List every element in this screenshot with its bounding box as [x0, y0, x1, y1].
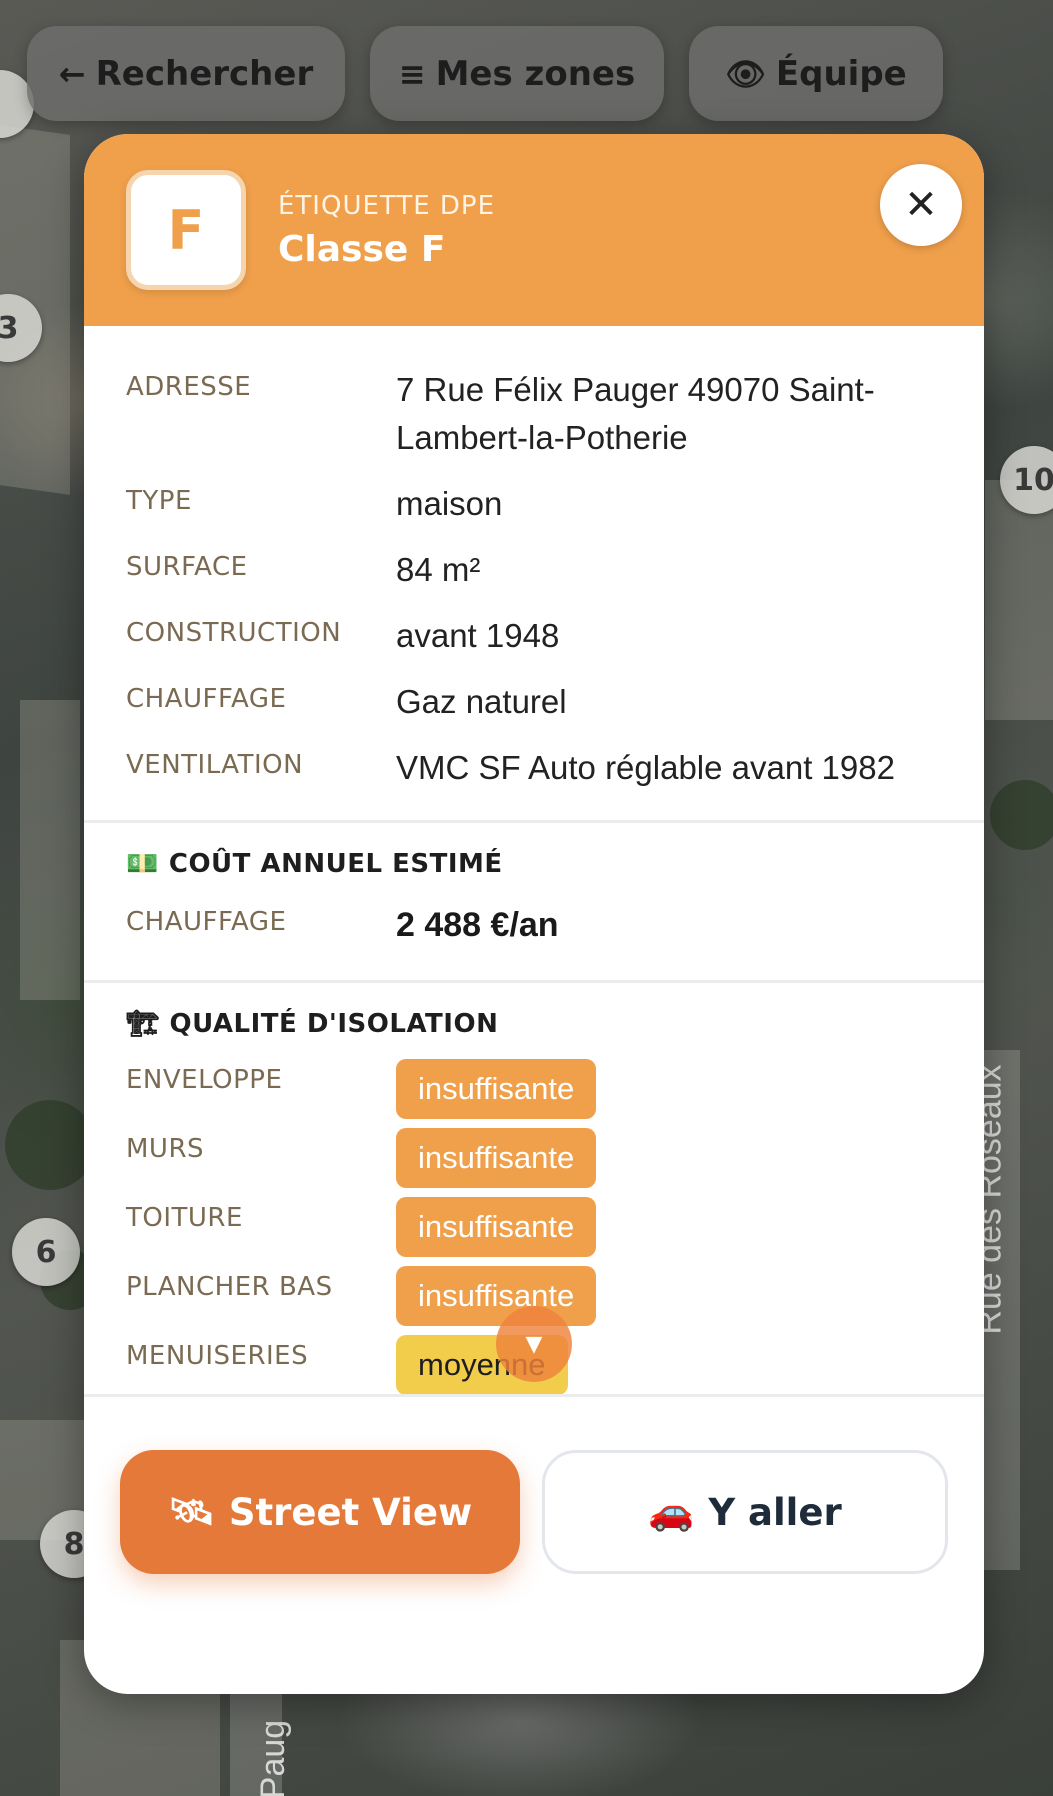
cost-label: CHAUFFAGE: [126, 907, 287, 937]
detail-row: ADRESSE 7 Rue Félix Pauger 49070 Saint-L…: [126, 366, 942, 480]
team-button-label: Équipe: [775, 53, 907, 94]
detail-row: CONSTRUCTION avant 1948: [126, 612, 942, 678]
detail-label: CHAUFFAGE: [126, 684, 287, 714]
directions-button[interactable]: 🚗 Y aller: [542, 1450, 948, 1574]
divider: [84, 1394, 984, 1397]
detail-label: ADRESSE: [126, 372, 252, 402]
crane-icon: 🏗: [126, 1009, 160, 1039]
detail-label: TYPE: [126, 486, 192, 516]
tree: [990, 780, 1053, 850]
detail-label: CONSTRUCTION: [126, 618, 342, 648]
detail-label: VENTILATION: [126, 750, 304, 780]
insulation-label: ENVELOPPE: [126, 1065, 283, 1095]
search-button[interactable]: ← Rechercher: [27, 26, 345, 121]
building: [985, 480, 1053, 720]
detail-row: CHAUFFAGE Gaz naturel: [126, 678, 942, 744]
insulation-label: PLANCHER BAS: [126, 1272, 333, 1302]
scroll-down-button[interactable]: ▼: [496, 1306, 572, 1382]
insulation-label: MURS: [126, 1134, 205, 1164]
tree: [5, 1100, 95, 1190]
banknote-icon: 💵: [126, 849, 159, 879]
detail-value: maison: [396, 485, 503, 522]
dpe-detail-panel: F ÉTIQUETTE DPE Classe F ✕ ADRESSE 7 Rue…: [84, 134, 984, 1694]
chevron-down-icon: ▼: [525, 1331, 543, 1357]
insulation-row: TOITURE insuffisante: [126, 1197, 942, 1266]
detail-row: TYPE maison: [126, 480, 942, 546]
my-zones-button[interactable]: ≡ Mes zones: [370, 26, 664, 121]
search-button-label: Rechercher: [95, 53, 314, 94]
close-icon: ✕: [904, 182, 938, 228]
dpe-grade-badge: F: [126, 170, 246, 290]
quality-pill: insuffisante: [396, 1266, 597, 1326]
map-marker[interactable]: 6: [12, 1218, 80, 1286]
header-kicker: ÉTIQUETTE DPE: [278, 190, 496, 221]
detail-row: SURFACE 84 m²: [126, 546, 942, 612]
quality-pill: insuffisante: [396, 1128, 597, 1188]
arrow-left-icon: ←: [58, 54, 86, 93]
cost-section-title: 💵 COÛT ANNUEL ESTIMÉ: [126, 849, 942, 879]
detail-value: avant 1948: [396, 617, 560, 654]
my-zones-button-label: Mes zones: [435, 53, 636, 94]
quality-pill: insuffisante: [396, 1059, 597, 1119]
cost-section: 💵 COÛT ANNUEL ESTIMÉ CHAUFFAGE 2 488 €/a…: [84, 823, 984, 980]
car-icon: 🚗: [648, 1490, 695, 1533]
insulation-row: MURS insuffisante: [126, 1128, 942, 1197]
team-button[interactable]: 👁 Équipe: [689, 26, 943, 121]
satellite-icon: 🛰: [167, 1490, 215, 1533]
detail-value: Gaz naturel: [396, 683, 567, 720]
panel-header: F ÉTIQUETTE DPE Classe F ✕: [84, 134, 984, 326]
cost-title-text: COÛT ANNUEL ESTIMÉ: [168, 849, 503, 879]
insulation-row: ENVELOPPE insuffisante: [126, 1059, 942, 1128]
street-label: Paug: [254, 1719, 293, 1796]
building: [20, 700, 80, 1000]
cost-value: 2 488 €/an: [396, 906, 559, 944]
street-view-label: Street View: [228, 1490, 473, 1534]
insulation-label: TOITURE: [126, 1203, 243, 1233]
insulation-section-title: 🏗 QUALITÉ D'ISOLATION: [126, 1009, 942, 1039]
header-text: ÉTIQUETTE DPE Classe F: [278, 191, 495, 270]
cost-row: CHAUFFAGE 2 488 €/an: [126, 901, 942, 949]
detail-value: 84 m²: [396, 551, 481, 588]
header-title: Classe F: [278, 228, 446, 270]
detail-label: SURFACE: [126, 552, 248, 582]
menu-icon: ≡: [398, 54, 426, 93]
insulation-title-text: QUALITÉ D'ISOLATION: [169, 1009, 499, 1039]
street-view-button[interactable]: 🛰 Street View: [120, 1450, 520, 1574]
eye-icon: 👁: [725, 54, 766, 93]
quality-pill: insuffisante: [396, 1197, 597, 1257]
details-section: ADRESSE 7 Rue Félix Pauger 49070 Saint-L…: [84, 326, 984, 806]
close-button[interactable]: ✕: [880, 164, 962, 246]
detail-value: VMC SF Auto réglable avant 1982: [396, 749, 895, 786]
insulation-label: MENUISERIES: [126, 1341, 309, 1371]
directions-label: Y aller: [708, 1490, 842, 1534]
detail-row: VENTILATION VMC SF Auto réglable avant 1…: [126, 744, 942, 806]
detail-value: 7 Rue Félix Pauger 49070 Saint-Lambert-l…: [396, 371, 875, 456]
